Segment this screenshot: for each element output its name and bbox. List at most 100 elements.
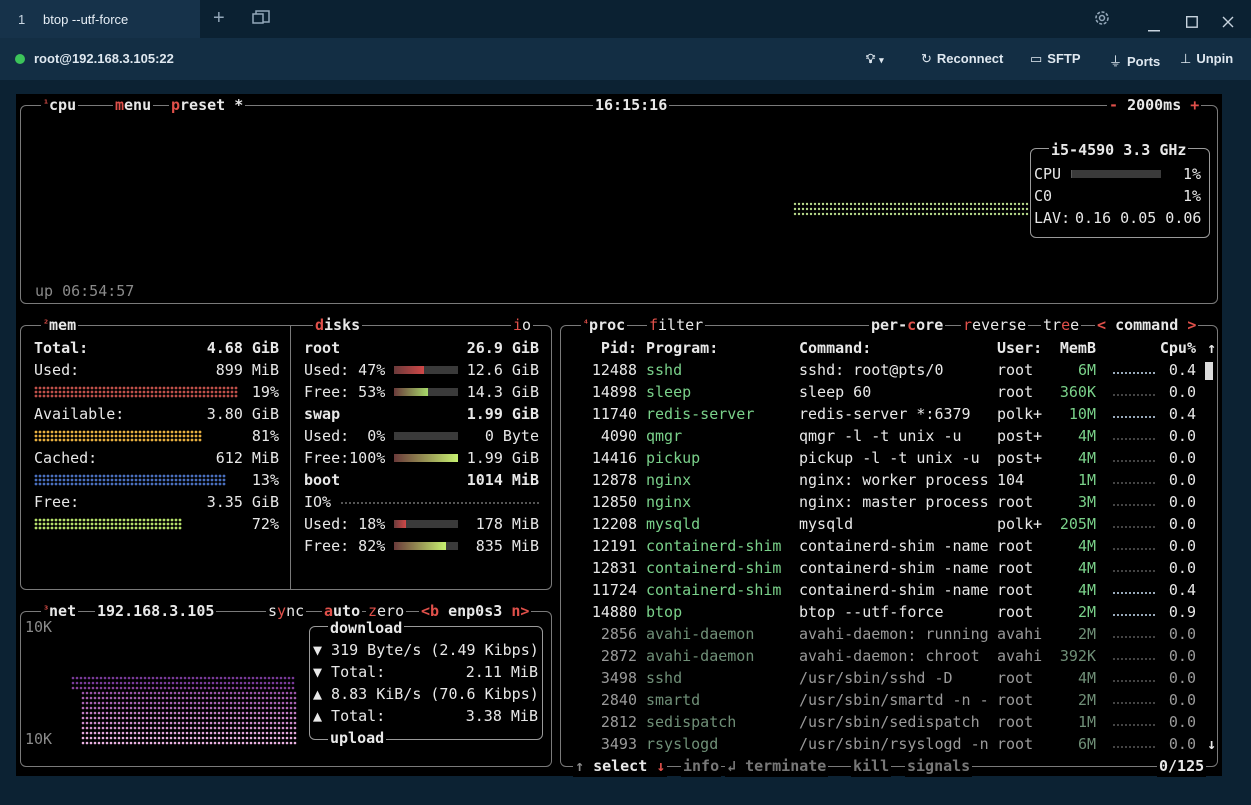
select-up[interactable]: ↑ (575, 757, 584, 775)
interval-decrease[interactable]: - (1109, 96, 1118, 114)
tabs-icon[interactable] (252, 9, 270, 30)
table-row[interactable]: 2856 avahi-daemon avahi-daemon: running ava… (561, 623, 1201, 645)
pid-header[interactable]: Pid: (561, 337, 637, 359)
graph-dot (793, 207, 797, 211)
graph-dot (127, 676, 131, 680)
minimize-icon[interactable] (1148, 17, 1160, 37)
close-icon[interactable] (1222, 13, 1234, 33)
graph-dot (226, 386, 230, 390)
user-header[interactable]: User: (997, 337, 1042, 359)
graph-dot (161, 741, 165, 745)
graph-dot (115, 676, 119, 680)
graph-dot (229, 711, 233, 715)
graph-dot (189, 696, 193, 700)
table-row[interactable]: 14880 btop btop --utf-force root 2M 0.9 (561, 601, 1201, 623)
graph-dot (177, 726, 181, 730)
table-row[interactable]: 4090 qmgr qmgr -l -t unix -u post+ 4M 0.0 (561, 425, 1201, 447)
hint-button[interactable]: 💡︎ ▾ (866, 51, 884, 67)
reverse-toggle[interactable]: reverse (961, 314, 1029, 336)
graph-dot (83, 686, 87, 690)
per-core-toggle[interactable]: per-core (869, 314, 946, 336)
terminal-screen[interactable]: ¹cpu menu preset * 16:15:16 - 2000ms + u… (16, 94, 1222, 777)
graph-dot (257, 691, 261, 695)
disks-header[interactable]: disks (313, 314, 363, 336)
select-control[interactable]: ↑ select ↓ (573, 755, 668, 777)
menu-button[interactable]: menu (113, 94, 154, 116)
graph-dot (183, 676, 187, 680)
graph-dot (225, 706, 229, 710)
reconnect-button[interactable]: ↻ Reconnect (921, 51, 1003, 67)
graph-dot (221, 736, 225, 740)
table-row[interactable]: 12831 containerd-shim containerd-shim -nam… (561, 557, 1201, 579)
table-row[interactable]: 11740 redis-server redis-server *:6379 polk… (561, 403, 1201, 425)
scroll-down-arrow[interactable]: ↓ (1207, 733, 1216, 755)
program-header[interactable]: Program: (646, 337, 718, 359)
disk-boot-used-bar (394, 520, 458, 528)
gear-icon[interactable] (1093, 9, 1111, 32)
table-row[interactable]: 12488 sshd sshd: root@pts/0 root 6M 0.4 (561, 359, 1201, 381)
info-button[interactable]: info (681, 755, 722, 777)
graph-dot (213, 726, 217, 730)
graph-dot (205, 736, 209, 740)
table-row[interactable]: 12878 nginx nginx: worker process 104 1M 0.0 (561, 469, 1201, 491)
filter-button[interactable]: filter (647, 314, 706, 336)
graph-dot (949, 207, 953, 211)
interval-control[interactable]: - 2000ms + (1107, 94, 1202, 116)
graph-dot (110, 390, 114, 394)
graph-dot (218, 390, 222, 394)
maximize-icon[interactable] (1185, 13, 1198, 33)
table-row[interactable]: 14898 sleep sleep 60 root 360K 0.0 (561, 381, 1201, 403)
table-row[interactable]: 12850 nginx nginx: master process root 3M 0.0 (561, 491, 1201, 513)
graph-dot (38, 482, 42, 486)
unpin-button[interactable]: ⊥ Unpin (1180, 51, 1233, 67)
sync-toggle[interactable]: sync (266, 600, 307, 622)
mem-header[interactable]: MemB (1041, 337, 1096, 359)
terminate-button[interactable]: ↲ terminate (725, 755, 829, 777)
prev-interface[interactable]: <b (421, 602, 439, 620)
tab-number: 1 (18, 12, 26, 27)
table-row[interactable]: 2872 avahi-daemon avahi-daemon: chroot avah… (561, 645, 1201, 667)
command-header[interactable]: Command: (799, 337, 871, 359)
graph-dot (78, 438, 82, 442)
graph-dot (70, 394, 74, 398)
graph-dot (113, 696, 117, 700)
graph-dot (137, 731, 141, 735)
terminal-tab[interactable]: 1 btop --utf-force (0, 0, 200, 38)
io-toggle[interactable]: io (511, 314, 534, 336)
preset-button[interactable]: preset * (169, 94, 246, 116)
interface-selector[interactable]: <b enp0s3 n> (419, 600, 532, 622)
graph-dot (125, 726, 129, 730)
table-row[interactable]: 12191 containerd-shim containerd-shim -nam… (561, 535, 1201, 557)
cpu-header[interactable]: Cpu% (1151, 337, 1196, 359)
tree-toggle[interactable]: tree (1041, 314, 1082, 336)
mem-cell: 3M (1077, 493, 1096, 511)
sort-next[interactable]: > (1187, 316, 1196, 334)
kill-button[interactable]: kill (851, 755, 892, 777)
signals-button[interactable]: signals (905, 755, 973, 777)
select-down[interactable]: ↓ (656, 757, 665, 775)
graph-dot (905, 207, 909, 211)
scroll-up-arrow[interactable]: ↑ (1207, 337, 1216, 359)
plus-icon[interactable]: + (213, 7, 225, 30)
table-row[interactable]: 12208 mysqld mysqld polk+ 205M 0.0 (561, 513, 1201, 535)
table-row[interactable]: 11724 containerd-shim containerd-shim -nam… (561, 579, 1201, 601)
graph-dot (182, 438, 186, 442)
table-row[interactable]: 3493 rsyslogd/usr/sbin/rsyslogd -n root 6M 0… (561, 733, 1201, 755)
graph-dot (813, 212, 817, 216)
sftp-button[interactable]: ▭ SFTP (1030, 51, 1081, 67)
table-row[interactable]: 3498 sshd/usr/sbin/sshd -D root 4M 0.0 (561, 667, 1201, 689)
graph-dot (109, 731, 113, 735)
table-row[interactable]: 14416 pickup pickup -l -t unix -u post+ 4M 0.… (561, 447, 1201, 469)
table-row[interactable]: 2812 sedispatch/usr/sbin/sedispatch root 1M… (561, 711, 1201, 733)
table-row[interactable]: 2840 smartd/usr/sbin/smartd -n - root 2M 0.0 (561, 689, 1201, 711)
graph-dot (239, 676, 243, 680)
graph-dot (142, 434, 146, 438)
next-interface[interactable]: n> (511, 602, 529, 620)
sort-prev[interactable]: < (1097, 316, 1106, 334)
ports-button[interactable]: ⏚ Ports (1109, 51, 1160, 70)
sort-selector[interactable]: < command > (1095, 314, 1199, 336)
scrollbar-thumb[interactable] (1205, 362, 1213, 380)
graph-dot (137, 701, 141, 705)
interval-increase[interactable]: + (1190, 96, 1199, 114)
graph-dot (285, 726, 289, 730)
